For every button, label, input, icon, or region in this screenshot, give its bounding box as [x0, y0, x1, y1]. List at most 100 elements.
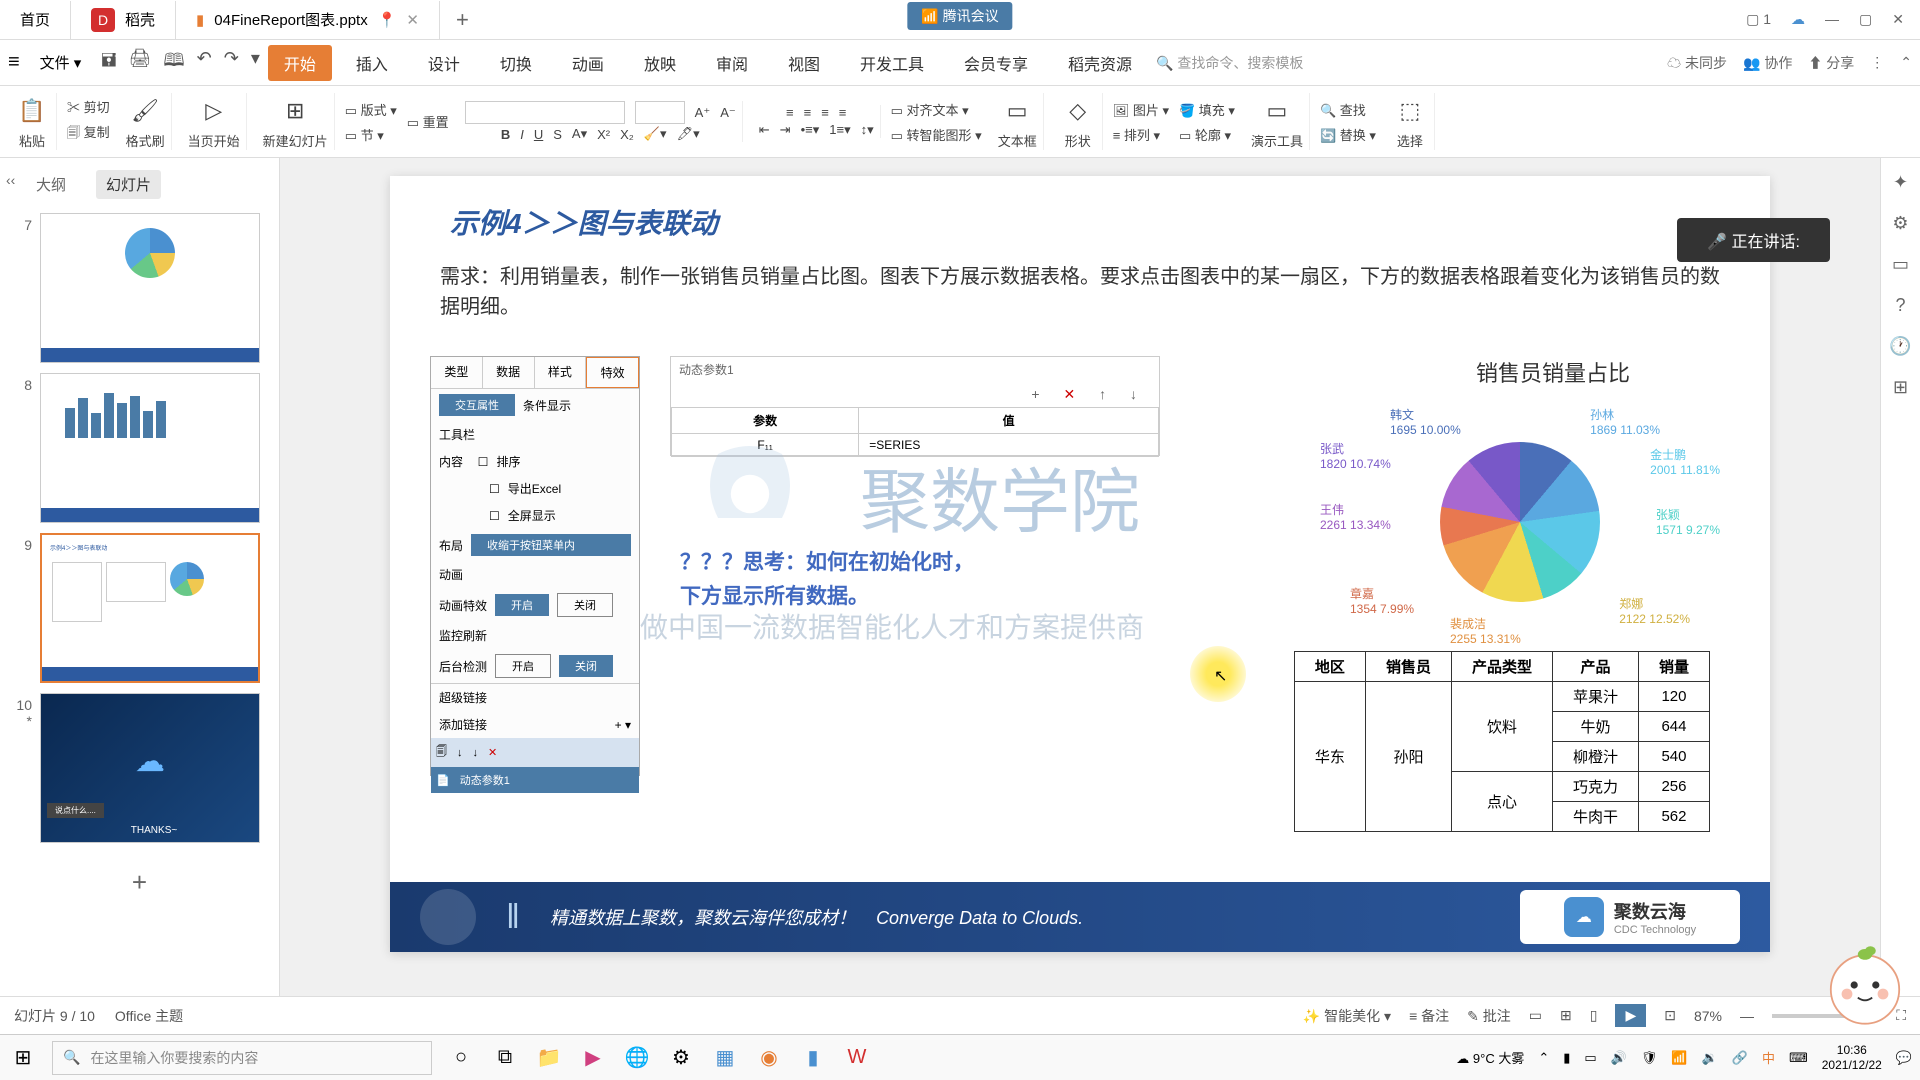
slides-tab[interactable]: 幻灯片	[96, 170, 161, 199]
super-icon[interactable]: X²	[597, 127, 610, 142]
notif-icon[interactable]: 💬	[1896, 1050, 1912, 1066]
dec-font-icon[interactable]: A⁻	[720, 105, 736, 121]
find-button[interactable]: 🔍 查找	[1320, 100, 1376, 119]
menu-start[interactable]: 开始	[268, 45, 332, 81]
share-label[interactable]: ⬆ 分享	[1808, 53, 1854, 73]
slide-9[interactable]: 示例4＞＞图与表联动 需求：利用销量表，制作一张销售员销量占比图。图表下方展示数…	[390, 176, 1770, 952]
brush-icon[interactable]: 🖌	[127, 93, 163, 129]
smart-beautify[interactable]: ✨ 智能美化 ▾	[1303, 1006, 1391, 1026]
cloud-icon[interactable]: ☁	[1791, 11, 1805, 28]
font-select[interactable]	[465, 101, 625, 124]
hamburger-icon[interactable]: ≡	[8, 51, 20, 74]
menu-view[interactable]: 视图	[772, 45, 836, 81]
tools-icon[interactable]: ▭	[1259, 93, 1295, 129]
arrange-button[interactable]: ≡ 排列 ▾	[1113, 125, 1169, 144]
fill-button[interactable]: 🪣 填充 ▾	[1179, 100, 1235, 119]
maximize-icon[interactable]: ▢	[1859, 11, 1872, 28]
start-icon[interactable]: ⊞	[8, 1043, 38, 1073]
sub-icon[interactable]: X₂	[620, 127, 634, 142]
menu-member[interactable]: 会员专享	[948, 45, 1044, 81]
menu-slideshow[interactable]: 放映	[628, 45, 692, 81]
unsync-label[interactable]: ☁ 未同步	[1667, 53, 1727, 73]
taskview-icon[interactable]: ⧉	[490, 1043, 520, 1073]
thumb-9[interactable]: 示例4＞＞图与表联动	[40, 533, 260, 683]
tray-up-icon[interactable]: ⌃	[1538, 1050, 1549, 1066]
indent-dec-icon[interactable]: ⇤	[759, 122, 770, 138]
undo-icon[interactable]: ↶	[197, 48, 212, 78]
app1-icon[interactable]: ▶	[578, 1043, 608, 1073]
font-color-icon[interactable]: A▾	[572, 126, 587, 142]
zoom-value[interactable]: 87%	[1694, 1008, 1722, 1024]
align-right-icon[interactable]: ≡	[821, 105, 829, 120]
search-input[interactable]: 🔍 查找命令、搜索模板	[1156, 53, 1303, 73]
add-slide-button[interactable]: +	[8, 853, 271, 912]
tray-vol-icon[interactable]: 🔊	[1611, 1050, 1627, 1066]
tool-star-icon[interactable]: ✦	[1893, 172, 1908, 193]
reset-button[interactable]: ▭ 重置	[407, 112, 449, 131]
dropdown-icon[interactable]: ▾	[251, 48, 260, 78]
chrome-icon[interactable]: 🌐	[622, 1043, 652, 1073]
align-center-icon[interactable]: ≡	[804, 105, 812, 120]
tab-pin-icon[interactable]: 📍	[378, 11, 397, 29]
zoom-fit-icon[interactable]: ⊡	[1664, 1007, 1676, 1024]
highlight-icon[interactable]: 🖊▾	[677, 126, 700, 142]
tool-settings-icon[interactable]: ⚙	[1892, 213, 1908, 234]
linespacing-icon[interactable]: ↕▾	[861, 122, 874, 138]
menu-review[interactable]: 审阅	[700, 45, 764, 81]
bold-icon[interactable]: B	[501, 127, 510, 142]
app3-icon[interactable]: ▦	[710, 1043, 740, 1073]
thumb-10[interactable]: ☁说点什么....THANKS~	[40, 693, 260, 843]
copy-button[interactable]: 🗐 复制	[67, 122, 110, 146]
menu-dev[interactable]: 开发工具	[844, 45, 940, 81]
view-sorter-icon[interactable]: ⊞	[1560, 1007, 1572, 1024]
strike-icon[interactable]: S	[553, 127, 562, 142]
select-icon[interactable]: ⬚	[1392, 93, 1428, 129]
menu-animation[interactable]: 动画	[556, 45, 620, 81]
tool-clock-icon[interactable]: 🕐	[1889, 336, 1911, 357]
bullets-icon[interactable]: •≡▾	[801, 122, 820, 138]
weather[interactable]: ☁ 9°C 大雾	[1456, 1048, 1524, 1067]
comments-button[interactable]: ✎ 批注	[1467, 1006, 1511, 1026]
tray-link-icon[interactable]: 🔗	[1732, 1050, 1748, 1066]
outline-button[interactable]: ▭ 轮廓 ▾	[1179, 125, 1235, 144]
size-select[interactable]	[635, 101, 685, 124]
layout-button[interactable]: ▭ 版式 ▾	[345, 100, 397, 119]
redo-icon[interactable]: ↷	[224, 48, 239, 78]
tray-net-icon[interactable]: ▭	[1584, 1050, 1596, 1066]
tray-wifi-icon[interactable]: 📶	[1671, 1050, 1687, 1066]
indent-inc-icon[interactable]: ⇥	[780, 122, 791, 138]
new-tab-button[interactable]: +	[440, 7, 485, 33]
play-button[interactable]: ▶	[1615, 1004, 1646, 1027]
doc-icon[interactable]: ▢ 1	[1746, 11, 1771, 28]
app2-icon[interactable]: ⚙	[666, 1043, 696, 1073]
clock[interactable]: 10:362021/12/22	[1822, 1043, 1882, 1072]
notes-button[interactable]: ≡ 备注	[1409, 1006, 1449, 1026]
outline-tab[interactable]: 大纲	[26, 170, 76, 199]
image-button[interactable]: 🖼 图片 ▾	[1113, 100, 1169, 119]
thumb-8[interactable]	[40, 373, 260, 523]
zoom-out-icon[interactable]: —	[1740, 1008, 1754, 1024]
menu-more-icon[interactable]: ⋮	[1870, 54, 1884, 71]
cut-button[interactable]: ✂ 剪切	[67, 97, 110, 116]
app5-icon[interactable]: ▮	[798, 1043, 828, 1073]
italic-icon[interactable]: I	[520, 127, 524, 142]
textbox-icon[interactable]: ▭	[999, 93, 1035, 129]
tool-help-icon[interactable]: ?	[1895, 295, 1905, 316]
tab-file[interactable]: ▮04FineReport图表.pptx📍✕	[176, 1, 440, 39]
tool-clip-icon[interactable]: ▭	[1892, 254, 1909, 275]
minimize-icon[interactable]: —	[1825, 11, 1839, 28]
menu-insert[interactable]: 插入	[340, 45, 404, 81]
cortana-icon[interactable]: ○	[446, 1043, 476, 1073]
tray-kb-icon[interactable]: ⌨	[1789, 1050, 1808, 1066]
print-icon[interactable]: 🖨	[129, 48, 152, 78]
numbering-icon[interactable]: 1≡▾	[829, 122, 850, 138]
wps-icon[interactable]: W	[842, 1043, 872, 1073]
tab-close-icon[interactable]: ✕	[406, 11, 419, 29]
tool-grid-icon[interactable]: ⊞	[1893, 377, 1908, 398]
tray-shield-icon[interactable]: 🛡	[1641, 1050, 1658, 1066]
tab-docer[interactable]: D稻壳	[71, 1, 176, 39]
close-icon[interactable]: ✕	[1892, 11, 1904, 28]
app4-icon[interactable]: ◉	[754, 1043, 784, 1073]
tray-sound-icon[interactable]: 🔉	[1702, 1050, 1718, 1066]
tray-battery-icon[interactable]: ▮	[1563, 1050, 1570, 1066]
